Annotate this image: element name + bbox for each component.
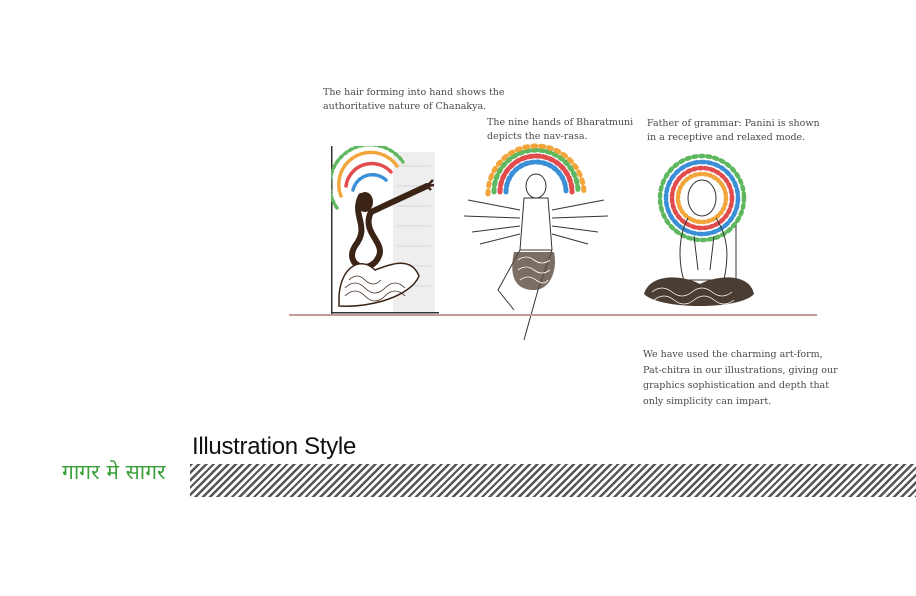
caption-line: only simplicity can impart.	[643, 395, 772, 407]
caption-line: The hair forming into hand shows the	[323, 87, 505, 98]
caption-line: We have used the charming art-form,	[643, 349, 823, 360]
caption-line: graphics sophistication and depth that	[643, 380, 830, 391]
hindi-tagline: गागर मे सागर	[62, 460, 166, 484]
caption-chanakya: The hair forming into hand shows the aut…	[323, 86, 523, 114]
caption-line: Father of grammar: Panini is shown	[647, 118, 820, 129]
caption-patchitra: We have used the charming art-form, Pat-…	[643, 347, 843, 409]
caption-line: Pat-chitra in our illustrations, giving …	[643, 364, 838, 376]
caption-line: The nine hands of Bharatmuni	[487, 117, 634, 128]
hatched-band	[190, 464, 916, 497]
caption-line: authoritative nature of Chanakya.	[323, 101, 487, 112]
chanakya-illustration	[331, 146, 439, 314]
panini-illustration	[644, 153, 754, 306]
illustration-baseline	[289, 314, 817, 316]
section-title: Illustration Style	[192, 433, 357, 460]
